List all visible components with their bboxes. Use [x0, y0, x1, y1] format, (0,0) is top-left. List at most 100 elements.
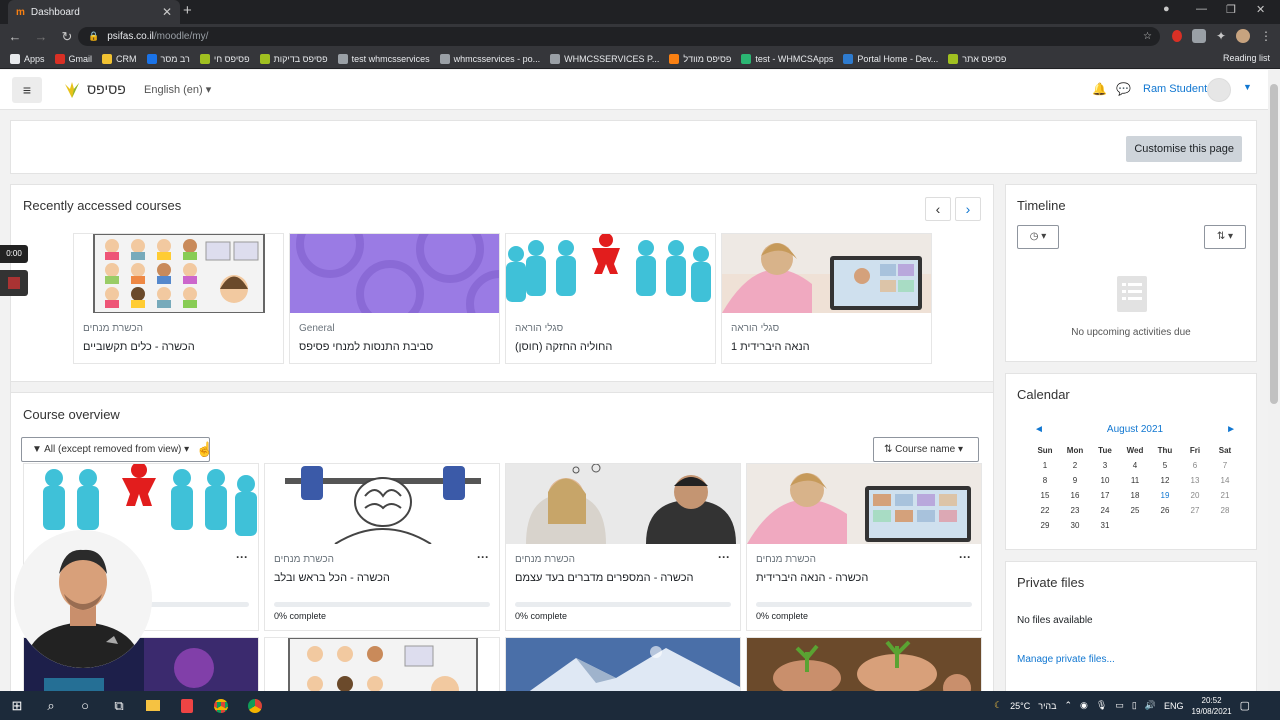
recent-prev-button[interactable]: ‹: [925, 197, 951, 221]
manage-private-files-link[interactable]: Manage private files...: [1017, 654, 1115, 665]
calendar-month-label[interactable]: August 2021: [1107, 424, 1163, 435]
course-overview-card[interactable]: [264, 637, 500, 691]
app-icon[interactable]: [170, 691, 204, 720]
course-name[interactable]: הכשרה - הנאה היברידית: [756, 572, 868, 584]
more-menu-icon[interactable]: ⋮: [1260, 29, 1272, 43]
course-name[interactable]: הנאה היברידית 1: [731, 341, 810, 353]
calendar-prev-month-button[interactable]: ◄: [1034, 424, 1044, 435]
user-menu-caret-icon[interactable]: ▼: [1243, 82, 1252, 92]
bookmark-item[interactable]: פסיפס אתר: [948, 53, 1006, 64]
course-name[interactable]: החוליה החזקה (חוסן): [515, 341, 612, 353]
calendar-day[interactable]: 20: [1180, 491, 1210, 500]
network-icon[interactable]: ▯: [1132, 700, 1137, 711]
course-overview-card[interactable]: הכשרת מנחים הכשרה - המספרים מדברים בעד ע…: [505, 463, 741, 631]
microphone-icon[interactable]: 🎙: [1096, 700, 1107, 711]
calendar-day[interactable]: 28: [1210, 506, 1240, 515]
calendar-day[interactable]: 30: [1060, 521, 1090, 530]
calendar-day[interactable]: 7: [1210, 461, 1240, 470]
input-language[interactable]: ENG: [1164, 701, 1184, 711]
bookmark-item[interactable]: CRM: [102, 53, 137, 64]
user-avatar[interactable]: [1207, 78, 1231, 102]
calendar-day[interactable]: 29: [1030, 521, 1060, 530]
site-name[interactable]: פסיפס: [87, 81, 126, 97]
site-logo-icon[interactable]: [62, 80, 82, 100]
language-menu[interactable]: English (en) ▾: [144, 83, 211, 96]
cortana-icon[interactable]: ○: [68, 691, 102, 720]
calendar-day[interactable]: 14: [1210, 476, 1240, 485]
timeline-sort-dropdown[interactable]: ⇅ ▾: [1204, 225, 1246, 249]
back-icon[interactable]: ←: [4, 29, 26, 44]
weather-temp[interactable]: 25°C: [1010, 701, 1030, 711]
recorder-stop-button[interactable]: [0, 270, 28, 296]
location-icon[interactable]: ◉: [1080, 700, 1088, 711]
puzzle-icon[interactable]: ✦: [1216, 29, 1226, 43]
bookmark-item[interactable]: Portal Home - Dev...: [843, 53, 938, 64]
course-actions-menu-icon[interactable]: ···: [718, 550, 730, 564]
windows-start-icon[interactable]: ⊞: [0, 691, 34, 720]
system-clock[interactable]: 20:52 19/08/2021: [1192, 695, 1232, 717]
user-name[interactable]: Ram Student: [1143, 83, 1207, 95]
bookmark-item[interactable]: רב מסר: [146, 53, 190, 64]
course-name[interactable]: הכשרה - כלים תקשוביים: [83, 341, 195, 353]
extension-icon[interactable]: [1191, 29, 1206, 43]
calendar-day[interactable]: 22: [1030, 506, 1060, 515]
timeline-filter-dropdown[interactable]: ◷ ▾: [1017, 225, 1059, 249]
bookmark-item[interactable]: test whmcsservices: [337, 53, 430, 64]
bookmark-item[interactable]: פסיפס מוודל: [669, 53, 731, 64]
calendar-day[interactable]: 31: [1090, 521, 1120, 530]
recent-course-card[interactable]: סגלי הוראה הנאה היברידית 1: [721, 233, 932, 364]
recent-course-card[interactable]: הכשרת מנחים הכשרה - כלים תקשוביים: [73, 233, 284, 364]
calendar-day[interactable]: 27: [1180, 506, 1210, 515]
calendar-day[interactable]: 18: [1120, 491, 1150, 500]
calendar-day[interactable]: 5: [1150, 461, 1180, 470]
recent-course-card[interactable]: סגלי הוראה החוליה החזקה (חוסן): [505, 233, 716, 364]
bookmark-star-icon[interactable]: ☆: [1143, 31, 1152, 42]
bookmark-item[interactable]: Apps: [10, 53, 45, 64]
calendar-day[interactable]: 1: [1030, 461, 1060, 470]
new-tab-button[interactable]: +: [183, 2, 192, 19]
course-name[interactable]: הכשרה - המספרים מדברים בעד עצמם: [515, 572, 694, 584]
calendar-day[interactable]: 2: [1060, 461, 1090, 470]
calendar-day[interactable]: 24: [1090, 506, 1120, 515]
tab-dashboard[interactable]: m Dashboard ✕: [8, 0, 180, 24]
profile-dropdown-icon[interactable]: ●: [1163, 3, 1170, 15]
bookmark-item[interactable]: whmcsservices - po...: [439, 53, 540, 64]
bookmark-item[interactable]: Gmail: [54, 53, 92, 64]
bookmark-item[interactable]: test - WHMCSApps: [741, 53, 833, 64]
recent-course-card[interactable]: General סביבת התנסות למנחי פסיפס: [289, 233, 500, 364]
calendar-day[interactable]: 26: [1150, 506, 1180, 515]
recent-next-button[interactable]: ›: [955, 197, 981, 221]
course-name[interactable]: סביבת התנסות למנחי פסיפס: [299, 341, 433, 353]
course-actions-menu-icon[interactable]: ···: [236, 550, 248, 564]
calendar-day[interactable]: 4: [1120, 461, 1150, 470]
drawer-toggle-button[interactable]: ≡: [12, 77, 42, 103]
course-sort-dropdown[interactable]: ⇅ Course name ▾: [873, 437, 979, 462]
calendar-day[interactable]: 12: [1150, 476, 1180, 485]
calendar-day[interactable]: 11: [1120, 476, 1150, 485]
course-name[interactable]: הכשרה - הכל בראש ובלב: [274, 572, 390, 584]
calendar-day[interactable]: 23: [1060, 506, 1090, 515]
course-overview-card[interactable]: הכשרת מנחים הכשרה - הכל בראש ובלב ··· 0%…: [264, 463, 500, 631]
profile-avatar-icon[interactable]: [1236, 29, 1250, 43]
customise-page-button[interactable]: Customise this page: [1126, 136, 1242, 162]
calendar-day[interactable]: 25: [1120, 506, 1150, 515]
notifications-icon[interactable]: ▢: [1240, 699, 1250, 712]
url-input[interactable]: 🔒 psifas.co.il/moodle/my/ ☆: [78, 27, 1160, 46]
calendar-day[interactable]: 15: [1030, 491, 1060, 500]
tab-close-icon[interactable]: ✕: [162, 5, 172, 19]
calendar-day[interactable]: 6: [1180, 461, 1210, 470]
reading-list-button[interactable]: Reading list: [1223, 53, 1270, 63]
chrome-icon[interactable]: [238, 691, 272, 720]
search-icon[interactable]: ⌕: [34, 691, 68, 720]
calendar-next-month-button[interactable]: ►: [1226, 424, 1236, 435]
bookmark-item[interactable]: WHMCSSERVICES P...: [550, 53, 659, 64]
page-scrollbar[interactable]: [1268, 70, 1280, 691]
close-window-icon[interactable]: ✕: [1256, 3, 1265, 16]
calendar-day[interactable]: 19: [1150, 491, 1180, 500]
calendar-day[interactable]: 9: [1060, 476, 1090, 485]
calendar-day[interactable]: 8: [1030, 476, 1060, 485]
task-view-icon[interactable]: ⧉: [102, 691, 136, 720]
course-actions-menu-icon[interactable]: ···: [959, 550, 971, 564]
messages-chat-icon[interactable]: 💬: [1116, 82, 1131, 96]
bookmark-item[interactable]: פסיפס חי: [199, 53, 250, 64]
